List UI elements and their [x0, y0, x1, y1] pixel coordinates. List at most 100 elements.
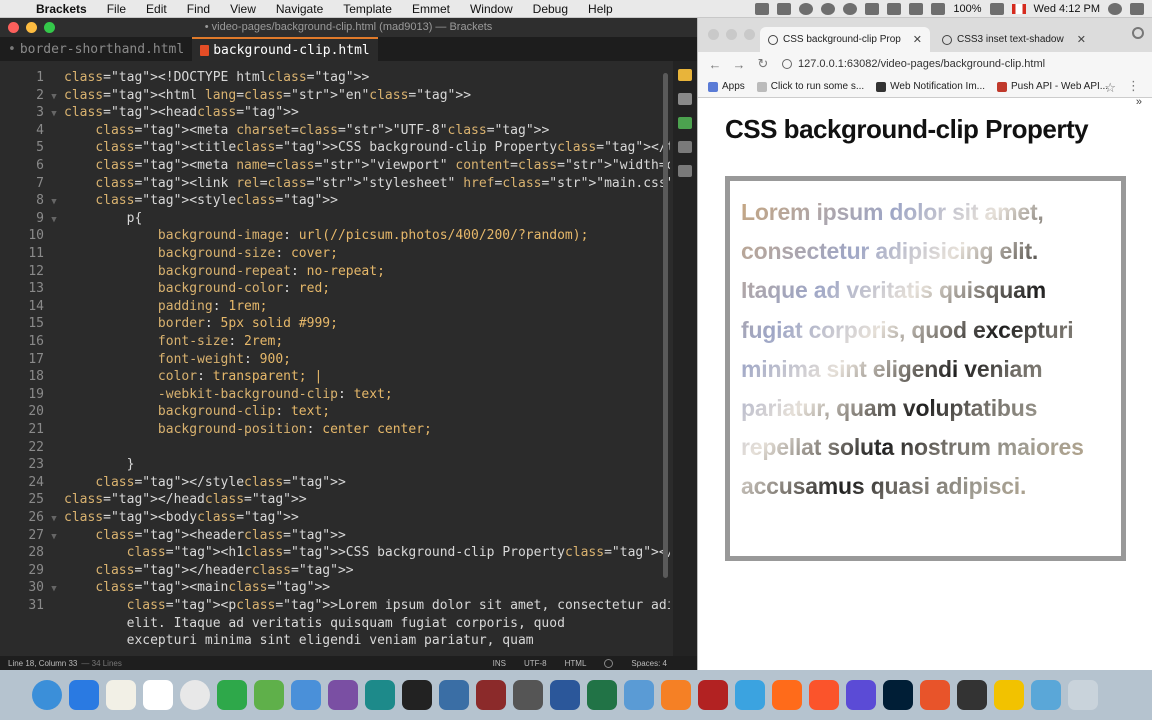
menu-file[interactable]: File [107, 2, 126, 16]
close-tab-icon[interactable]: ✕ [913, 33, 922, 46]
live-preview-icon[interactable] [678, 69, 692, 81]
sublime-icon[interactable] [661, 680, 691, 710]
bookmark-web-notification[interactable]: Web Notification Im... [876, 81, 985, 92]
code-line[interactable]: 28 class="tag"><h1class="tag">>CSS backg… [0, 544, 670, 562]
extension-manager-icon[interactable] [678, 93, 692, 105]
minimize-window-button[interactable] [26, 22, 37, 33]
menu-edit[interactable]: Edit [146, 2, 167, 16]
volume-icon[interactable] [931, 3, 946, 15]
code-line[interactable]: 10 background-image: url(//picsum.photos… [0, 227, 588, 245]
code-line[interactable]: 1 class="tag"><!DOCTYPE htmlclass="tag">> [0, 69, 369, 87]
spotlight-icon[interactable] [1108, 3, 1122, 15]
excel-icon[interactable] [587, 680, 617, 710]
line-number[interactable]: 4 [0, 122, 44, 140]
code-line[interactable]: 8 ▼ class="tag"><styleclass="tag">> [0, 192, 338, 210]
language-select[interactable]: HTML [565, 659, 587, 668]
bookmark-star-icon[interactable]: ☆ [1104, 80, 1116, 96]
code-line[interactable]: 7 class="tag"><link rel=class="str">"sty… [0, 175, 670, 193]
screen-icon[interactable] [755, 3, 770, 15]
line-number[interactable]: 29 [0, 562, 44, 580]
code-editor[interactable]: 1 class="tag"><!DOCTYPE htmlclass="tag">>… [0, 61, 670, 656]
line-number[interactable]: 15 [0, 315, 44, 333]
menu-kebab-icon[interactable]: ⋮ [1127, 78, 1140, 94]
code-line[interactable]: 23 } [0, 456, 134, 474]
time-machine-icon[interactable] [843, 3, 858, 15]
code-line[interactable]: 13 background-color: red; [0, 280, 330, 298]
obs-icon[interactable] [957, 680, 987, 710]
line-number[interactable]: 13 [0, 280, 44, 298]
finder-icon[interactable] [32, 680, 62, 710]
line-number[interactable]: 19 [0, 386, 44, 404]
line-number[interactable]: 26 [0, 509, 44, 527]
code-line[interactable]: 4 class="tag"><meta charset=class="str">… [0, 122, 549, 140]
encoding-select[interactable]: UTF-8 [524, 659, 547, 668]
code-line[interactable]: 29 class="tag"></headerclass="tag">> [0, 562, 353, 580]
bluetooth-icon[interactable] [887, 3, 902, 15]
menu-navigate[interactable]: Navigate [276, 2, 323, 16]
line-number[interactable]: 16 [0, 333, 44, 351]
line-number[interactable]: 8 [0, 192, 44, 210]
code-line[interactable]: 26 ▼ class="tag"><bodyclass="tag">> [0, 509, 298, 527]
calendar-icon[interactable] [143, 680, 173, 710]
code-line[interactable]: 5 class="tag"><titleclass="tag">>CSS bac… [0, 139, 670, 157]
browser-close-button[interactable] [708, 29, 719, 40]
browser-tab-inset-text-shadow[interactable]: CSS3 inset text-shadow ✕ [934, 27, 1094, 52]
apple-menu-icon[interactable] [12, 2, 26, 16]
line-number[interactable]: 24 [0, 474, 44, 492]
wifi-icon[interactable] [909, 3, 924, 15]
pen-icon[interactable] [920, 680, 950, 710]
menu-view[interactable]: View [230, 2, 256, 16]
code-line[interactable]: 15 border: 5px solid #999; [0, 315, 338, 333]
dash-icon[interactable] [476, 680, 506, 710]
menu-help[interactable]: Help [588, 2, 613, 16]
line-number[interactable]: 10 [0, 227, 44, 245]
browser-tab-background-clip[interactable]: CSS background-clip Prop ✕ [760, 27, 930, 52]
line-number[interactable]: 30 [0, 579, 44, 597]
back-icon[interactable]: ← [708, 57, 722, 72]
line-number[interactable]: 21 [0, 421, 44, 439]
sourcetree-icon[interactable] [365, 680, 395, 710]
url-text[interactable]: 127.0.0.1:63082/video-pages/background-c… [798, 58, 1045, 70]
line-number[interactable]: 9 [0, 210, 44, 228]
email-icon[interactable] [624, 680, 654, 710]
line-number[interactable]: 23 [0, 456, 44, 474]
omnibox[interactable]: 127.0.0.1:63082/video-pages/background-c… [782, 58, 1045, 70]
brave-icon[interactable] [809, 680, 839, 710]
line-number[interactable]: 14 [0, 298, 44, 316]
notes-icon[interactable] [106, 680, 136, 710]
code-line[interactable]: excepturi minima sint eligendi veniam pa… [0, 632, 534, 650]
github-icon[interactable] [328, 680, 358, 710]
site-info-icon[interactable] [782, 59, 792, 69]
scrollbar-thumb[interactable] [663, 73, 668, 578]
code-line[interactable]: 22 [0, 439, 64, 457]
line-number[interactable]: 28 [0, 544, 44, 562]
linter-status-icon[interactable] [604, 658, 614, 668]
line-number[interactable]: 22 [0, 439, 44, 457]
reload-icon[interactable]: ↻ [756, 56, 770, 72]
bookmark-click-to-run[interactable]: Click to run some s... [756, 81, 864, 92]
code-line[interactable]: 27 ▼ class="tag"><headerclass="tag">> [0, 527, 345, 545]
code-line[interactable]: 17 font-weight: 900; [0, 351, 291, 369]
code-line[interactable]: 25 class="tag"></headclass="tag">> [0, 491, 306, 509]
panel-icon[interactable] [678, 141, 692, 153]
code-line[interactable]: 18 color: transparent; | [0, 368, 322, 386]
code-line[interactable]: 14 padding: 1rem; [0, 298, 267, 316]
line-number[interactable]: 2 [0, 87, 44, 105]
profile-icon[interactable] [1132, 27, 1144, 39]
code-line[interactable]: 30 ▼ class="tag"><mainclass="tag">> [0, 579, 330, 597]
notification-center-icon[interactable] [1130, 3, 1144, 15]
code-line[interactable]: 11 background-size: cover; [0, 245, 338, 263]
menu-template[interactable]: Template [343, 2, 392, 16]
word-icon[interactable] [550, 680, 580, 710]
filezilla-icon[interactable] [698, 680, 728, 710]
folder-icon[interactable] [1031, 680, 1061, 710]
line-number[interactable]: 11 [0, 245, 44, 263]
close-window-button[interactable] [8, 22, 19, 33]
firefox-icon[interactable] [772, 680, 802, 710]
code-line[interactable]: elit. Itaque ad veritatis quisquam fugia… [0, 615, 565, 633]
git-icon[interactable] [678, 117, 692, 129]
leaf-icon[interactable] [217, 680, 247, 710]
code-line[interactable]: 16 font-size: 2rem; [0, 333, 283, 351]
tab-border-shorthand[interactable]: • border-shorthand.html [0, 37, 192, 61]
line-number[interactable]: 20 [0, 403, 44, 421]
